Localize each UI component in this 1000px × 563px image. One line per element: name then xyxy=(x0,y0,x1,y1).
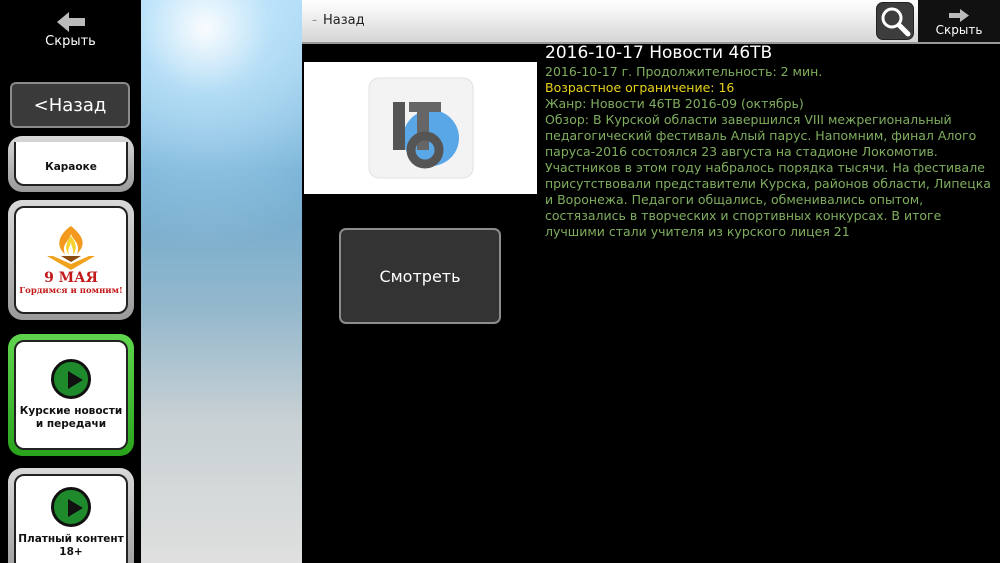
back-dash-icon: – xyxy=(312,14,317,26)
hide-sidebar-button[interactable]: Скрыть xyxy=(0,0,141,60)
top-bar: – Назад Скрыть xyxy=(302,0,1000,44)
back-link-label: Назад xyxy=(323,12,365,28)
back-link[interactable]: – Назад xyxy=(312,10,365,30)
details-panel: 2016-10-17 Новости 46ТВ 2016-10-17 г. Пр… xyxy=(545,42,995,240)
meta-info: 2016-10-17 г. Продолжительность: 2 мин. xyxy=(545,64,823,79)
hide-panel-button[interactable]: Скрыть xyxy=(918,0,1000,42)
watch-button[interactable]: Смотреть xyxy=(339,228,501,324)
arrow-right-icon xyxy=(949,9,969,22)
tile-subtitle: Гордимся и помним! xyxy=(19,286,123,296)
play-icon xyxy=(51,359,91,399)
hide-sidebar-label: Скрыть xyxy=(45,34,96,49)
tile-label: Платный контент 18+ xyxy=(18,533,124,558)
tile-kursk-news[interactable]: Курские новости и передачи xyxy=(8,334,134,456)
tile-paid-content[interactable]: Платный контент 18+ xyxy=(8,468,134,563)
decorative-background xyxy=(141,0,302,563)
tile-label: Караоке xyxy=(45,161,97,173)
channel-logo-icon xyxy=(368,77,473,179)
genre-info: Жанр: Новости 46ТВ 2016-09 (октябрь) xyxy=(545,96,804,111)
tile-title: 9 МАЯ xyxy=(44,270,98,286)
search-button[interactable] xyxy=(876,2,914,40)
play-icon xyxy=(51,487,91,527)
tile-karaoke[interactable]: Караоке xyxy=(8,136,134,192)
arrow-left-icon xyxy=(56,12,85,32)
main-panel: – Назад Скрыть Смотреть 2016-10-17 Новос… xyxy=(302,0,1000,563)
tile-victory-day[interactable]: 9 МАЯ Гордимся и помним! xyxy=(8,200,134,320)
description-text: Обзор: В Курской области завершился VIII… xyxy=(545,112,991,239)
back-button[interactable]: <Назад xyxy=(10,82,130,128)
search-icon xyxy=(881,7,911,37)
age-rating: Возрастное ограничение: 16 xyxy=(545,80,735,95)
video-thumbnail xyxy=(304,62,537,194)
page-title: 2016-10-17 Новости 46ТВ xyxy=(545,43,773,63)
tile-card: 9 МАЯ Гордимся и помним! xyxy=(14,206,128,314)
left-sidebar: Скрыть <Назад Караоке 9 МАЯ Гордимся и п… xyxy=(0,0,141,563)
tile-card: Платный контент 18+ xyxy=(14,474,128,563)
tile-card: Курские новости и передачи xyxy=(14,340,128,450)
tile-label: Курские новости и передачи xyxy=(19,405,123,430)
tile-card: Караоке xyxy=(14,142,128,186)
hide-panel-label: Скрыть xyxy=(935,23,983,37)
eternal-flame-icon xyxy=(47,226,95,270)
